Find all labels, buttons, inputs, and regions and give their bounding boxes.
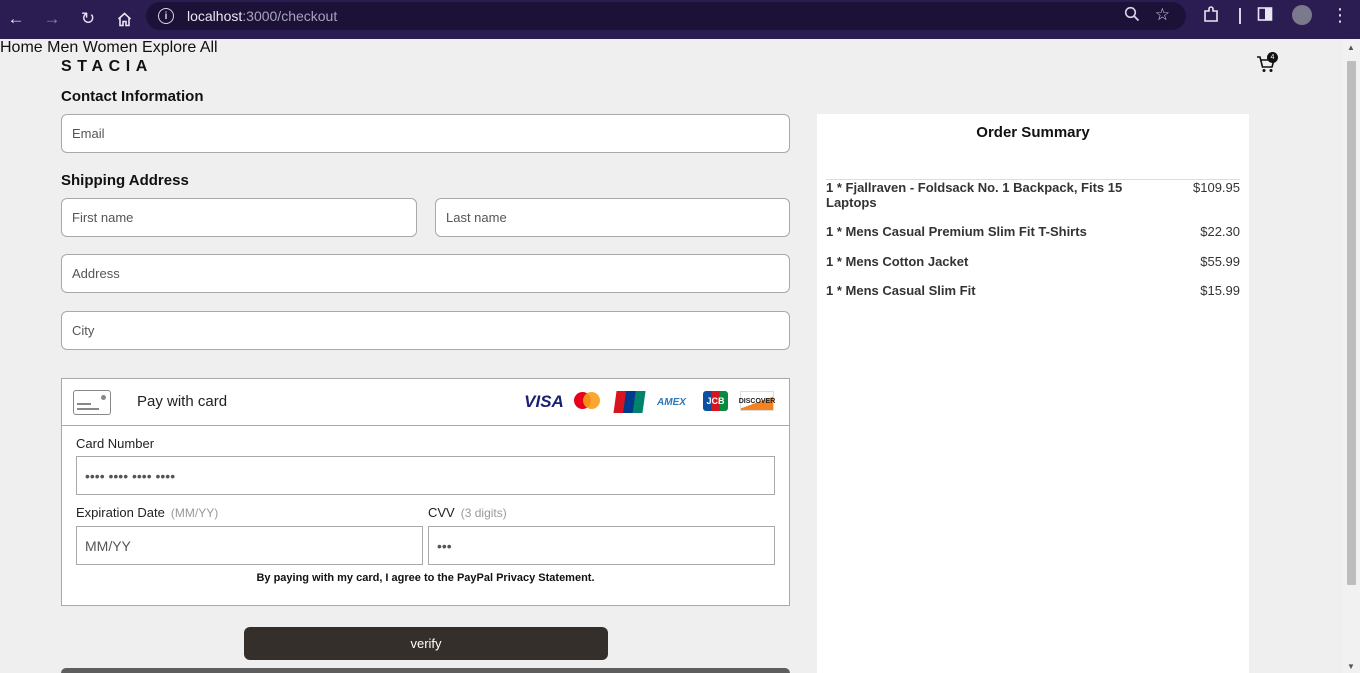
- expiration-date-input[interactable]: MM/YY: [76, 526, 423, 565]
- url-path: :3000/checkout: [242, 8, 338, 24]
- order-item: 1 * Mens Casual Premium Slim Fit T-Shirt…: [826, 224, 1240, 240]
- profile-avatar[interactable]: [1292, 5, 1312, 25]
- site-header: STACIA Home Men Women Explore All 4: [0, 39, 1343, 91]
- cart-count-badge: 4: [1267, 52, 1278, 63]
- side-panel-icon[interactable]: [1257, 6, 1273, 27]
- last-name-field[interactable]: Last name: [435, 198, 790, 237]
- order-item: 1 * Mens Cotton Jacket $55.99: [826, 254, 1240, 270]
- order-item: 1 * Mens Casual Slim Fit $15.99: [826, 283, 1240, 299]
- site-info-icon[interactable]: i: [158, 8, 174, 24]
- url-host: localhost: [187, 8, 243, 24]
- order-item-price: $15.99: [1200, 283, 1240, 298]
- nav-women[interactable]: Women: [83, 39, 138, 56]
- card-number-input[interactable]: •••• •••• •••• ••••: [76, 456, 775, 495]
- contact-information-heading: Contact Information: [61, 88, 204, 105]
- credit-card-icon: [73, 390, 111, 415]
- first-name-field[interactable]: First name: [61, 198, 417, 237]
- expiration-date-label: Expiration Date (MM/YY): [76, 505, 218, 520]
- cvv-label-text: CVV: [428, 505, 455, 520]
- address-bar[interactable]: i localhost:3000/checkout ☆: [146, 2, 1186, 30]
- nav-home[interactable]: Home: [0, 39, 43, 56]
- order-item-price: $22.30: [1200, 224, 1240, 239]
- back-arrow-icon[interactable]: ←: [3, 6, 29, 32]
- next-button-partial[interactable]: [61, 668, 790, 673]
- cvv-input[interactable]: •••: [428, 526, 775, 565]
- zoom-icon[interactable]: [1124, 6, 1140, 27]
- page-scrollbar[interactable]: ▲ ▼: [1343, 39, 1360, 673]
- order-summary-panel: Order Summary 1 * Fjallraven - Foldsack …: [817, 114, 1249, 673]
- address-field[interactable]: Address: [61, 254, 790, 293]
- verify-button[interactable]: verify: [244, 627, 608, 660]
- scroll-down-arrow-icon[interactable]: ▼: [1347, 662, 1355, 671]
- expiration-date-hint: (MM/YY): [170, 506, 219, 520]
- mastercard-logo: [572, 391, 600, 413]
- unionpay-logo: [613, 391, 646, 413]
- card-number-label: Card Number: [76, 436, 155, 451]
- reload-icon[interactable]: ↻: [75, 6, 101, 32]
- order-summary-title: Order Summary: [976, 124, 1090, 141]
- scroll-up-arrow-icon[interactable]: ▲: [1347, 43, 1355, 52]
- shipping-address-heading: Shipping Address: [61, 172, 189, 189]
- cvv-label: CVV (3 digits): [428, 505, 507, 520]
- discover-logo: DISCOVER: [739, 391, 775, 411]
- email-field[interactable]: Email: [61, 114, 790, 153]
- extensions-icon[interactable]: [1202, 6, 1220, 29]
- pay-with-card-label: Pay with card: [137, 393, 228, 410]
- browser-toolbar: ← → ↻ i localhost:3000/checkout ☆ ⋮: [0, 0, 1360, 39]
- cvv-hint: (3 digits): [460, 506, 507, 520]
- order-item-price: $55.99: [1200, 254, 1240, 269]
- paypal-agreement-text: By paying with my card, I agree to the P…: [256, 572, 595, 584]
- nav-explore-all[interactable]: Explore All: [142, 39, 218, 56]
- order-item-price: $109.95: [1193, 180, 1240, 195]
- card-payment-header: Pay with card VISA AMEX JCB DISCOVER: [62, 379, 789, 426]
- visa-logo: VISA: [524, 392, 564, 411]
- more-menu-icon[interactable]: ⋮: [1331, 5, 1349, 26]
- amex-logo: AMEX: [657, 396, 686, 408]
- site-logo[interactable]: STACIA: [61, 58, 153, 76]
- url-text[interactable]: localhost:3000/checkout: [187, 8, 337, 24]
- nav-men[interactable]: Men: [47, 39, 78, 56]
- order-item-name: 1 * Mens Casual Slim Fit: [826, 283, 976, 298]
- home-icon[interactable]: [111, 6, 137, 32]
- expiration-date-label-text: Expiration Date: [76, 505, 165, 520]
- forward-arrow-icon[interactable]: →: [39, 6, 65, 32]
- order-item-name: 1 * Mens Casual Premium Slim Fit T-Shirt…: [826, 224, 1087, 239]
- order-item-name: 1 * Fjallraven - Foldsack No. 1 Backpack…: [826, 180, 1123, 210]
- order-item: 1 * Fjallraven - Foldsack No. 1 Backpack…: [826, 180, 1240, 212]
- bookmark-star-icon[interactable]: ☆: [1155, 5, 1170, 25]
- scrollbar-thumb[interactable]: [1347, 61, 1356, 585]
- card-payment-panel: Pay with card VISA AMEX JCB DISCOVER Car…: [61, 378, 790, 606]
- toolbar-divider: [1239, 8, 1241, 24]
- city-field[interactable]: City: [61, 311, 790, 350]
- order-item-name: 1 * Mens Cotton Jacket: [826, 254, 969, 269]
- jcb-logo: JCB: [703, 391, 728, 411]
